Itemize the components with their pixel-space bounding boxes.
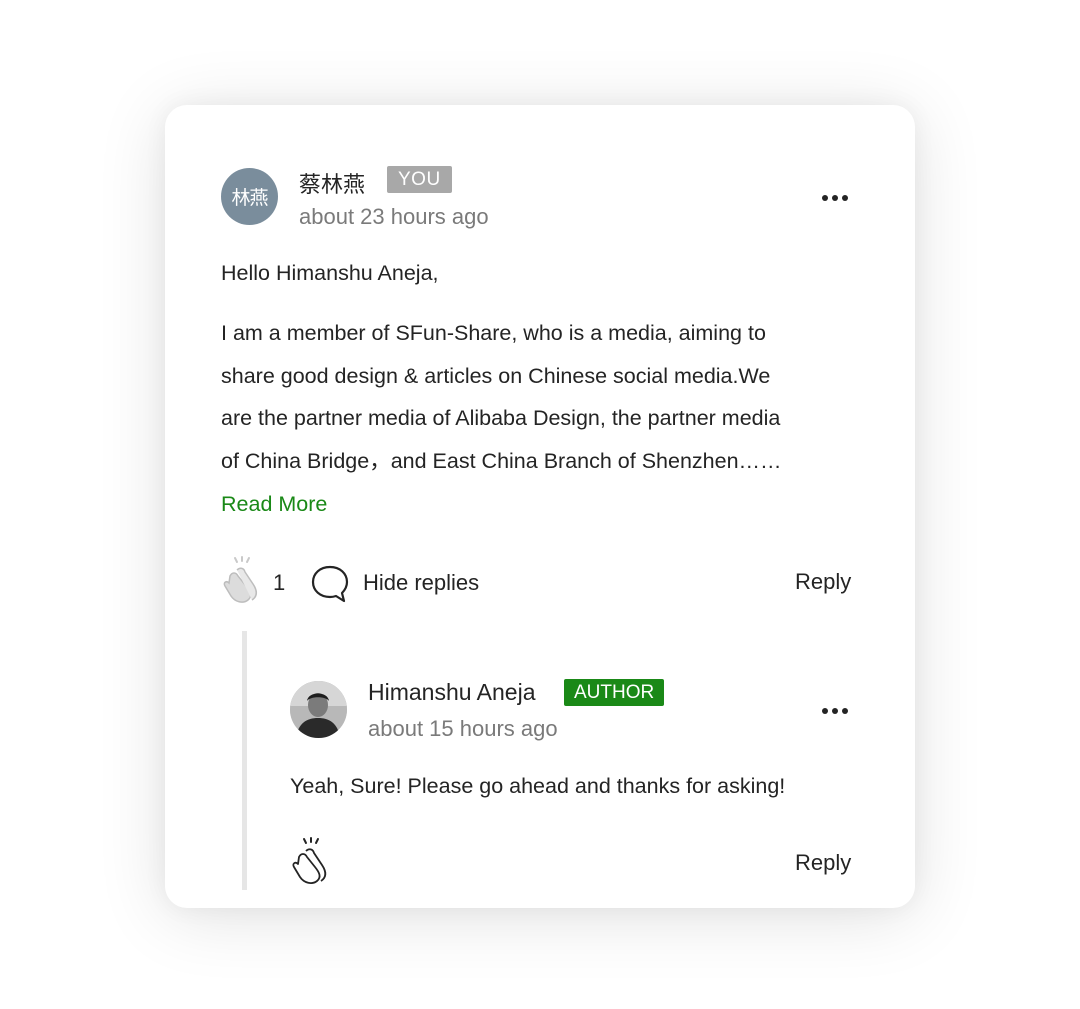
more-dot — [842, 708, 848, 714]
comment-bubble-icon[interactable] — [310, 564, 350, 604]
comment-timestamp[interactable]: about 23 hours ago — [299, 204, 489, 230]
avatar[interactable]: 林燕 — [221, 168, 278, 225]
comment-greeting: Hello Himanshu Aneja, — [221, 261, 439, 285]
reply-timestamp[interactable]: about 15 hours ago — [368, 716, 558, 742]
reply-button[interactable]: Reply — [795, 569, 851, 595]
reply-author-name[interactable]: Himanshu Aneja — [368, 679, 536, 706]
reply-button[interactable]: Reply — [795, 850, 851, 876]
read-more-link[interactable]: Read More — [221, 492, 327, 517]
comment-body-line: of China Bridge，and East China Branch of… — [221, 448, 782, 473]
you-badge: YOU — [387, 166, 452, 193]
comment-card: 林燕 蔡林燕 YOU about 23 hours ago Hello Hima… — [165, 105, 915, 908]
clap-count: 1 — [273, 570, 286, 595]
profile-photo-icon — [290, 681, 347, 738]
more-dot — [832, 195, 838, 201]
more-dots-icon — [822, 708, 828, 714]
hide-replies-button[interactable]: Hide replies — [363, 570, 479, 596]
comment-body-line: share good design & articles on Chinese … — [221, 363, 771, 388]
thread-line — [242, 631, 247, 890]
more-options-button[interactable] — [820, 193, 850, 203]
reply-avatar[interactable] — [290, 681, 347, 738]
comment-author-name[interactable]: 蔡林燕 — [299, 167, 365, 199]
author-badge: AUTHOR — [564, 679, 665, 706]
comment-body-line: are the partner media of Alibaba Design,… — [221, 406, 781, 430]
comment-body: I am a member of SFun-Share, who is a me… — [221, 312, 782, 482]
more-dot — [842, 195, 848, 201]
more-dot — [832, 708, 838, 714]
avatar-initials: 林燕 — [231, 187, 268, 209]
more-dots-icon — [822, 195, 828, 201]
clap-icon[interactable] — [220, 556, 266, 604]
reply-body: Yeah, Sure! Please go ahead and thanks f… — [290, 774, 786, 798]
comment-body-line: I am a member of SFun-Share, who is a me… — [221, 321, 766, 345]
reply-more-options-button[interactable] — [820, 706, 850, 716]
clap-icon[interactable] — [289, 837, 335, 885]
